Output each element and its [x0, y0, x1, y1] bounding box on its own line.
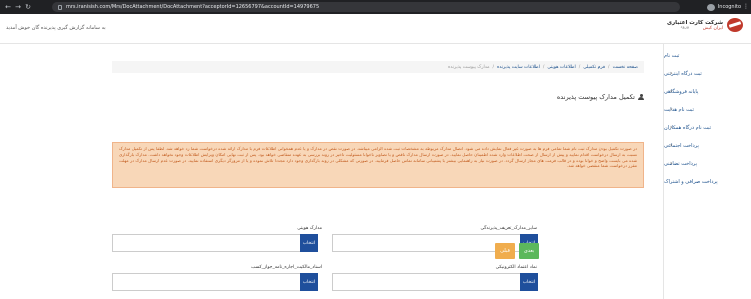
breadcrumb-item-home[interactable]: صفحه نخست [613, 65, 638, 70]
sidebar-item-exchange-payment[interactable]: پرداخت صرافی و اشتراک [664, 175, 751, 188]
sidebar: ثبت نام ‹ ثبت درگاه اینترنتی ‹ پایانه فر… [663, 44, 751, 299]
enamad-browse-button[interactable]: انتخاب [520, 273, 538, 291]
breadcrumb-current: مدارک پیوست پذیرنده [447, 64, 490, 70]
user-icon [638, 93, 644, 101]
logo-icon [727, 18, 743, 32]
enamad-label: نماد اعتماد الکترونیکی [495, 265, 537, 270]
url-text: mrs.iranisish.com/Mrs/DocAttachment/DocA… [66, 4, 320, 10]
breadcrumb-separator: / [492, 64, 495, 70]
chevron-left-icon: ‹ [670, 142, 673, 149]
chevron-left-icon: ‹ [670, 160, 673, 167]
ownership-docs-input[interactable] [112, 273, 300, 291]
other-docs-input[interactable] [332, 234, 520, 252]
ownership-docs-browse-button[interactable]: انتخاب [300, 273, 318, 291]
sidebar-item-internet-gateway[interactable]: ‹ ثبت درگاه اینترنتی [664, 67, 751, 80]
sidebar-item-register[interactable]: ثبت نام [664, 49, 751, 62]
incognito-indicator[interactable]: Incognito [706, 2, 741, 12]
breadcrumb-item-form[interactable]: فرم تکمیلی [583, 65, 605, 70]
chevron-left-icon: ‹ [670, 70, 673, 77]
lock-icon [58, 4, 62, 10]
sidebar-item-social-payment[interactable]: ‹ پرداخت اجتماعی [664, 139, 751, 152]
sidebar-item-label: پرداخت تضامنی [664, 160, 697, 167]
identity-docs-upload[interactable]: انتخاب [112, 234, 318, 252]
warning-alert: در صورت تکمیل بودن مدارک ثبت نام شما تما… [112, 142, 644, 188]
address-bar[interactable]: mrs.iranisish.com/Mrs/DocAttachment/DocA… [52, 2, 680, 12]
identity-docs-label: مدارک هویتی [297, 226, 322, 231]
page-title-text: تکمیل مدارک پیوست پذیرنده [556, 93, 635, 101]
identity-docs-browse-button[interactable]: انتخاب [300, 234, 318, 252]
chevron-left-icon: ‹ [670, 88, 673, 95]
previous-button[interactable]: قبلی [495, 243, 515, 259]
other-docs-label: سایر_مدارک_تعریف_پذیرندگی [480, 226, 537, 231]
incognito-label: Incognito [717, 4, 741, 10]
site-header: به سامانه گزارش گیری پذیرنده گان خوش آمد… [0, 14, 751, 44]
welcome-text: به سامانه گزارش گیری پذیرنده گان خوش آمد… [6, 25, 106, 31]
back-icon[interactable]: ← [3, 3, 13, 11]
breadcrumb-separator: / [578, 64, 581, 70]
browser-toolbar: ← → ↻ mrs.iranisish.com/Mrs/DocAttachmen… [0, 0, 751, 14]
company-subtitle: ایران کیش [702, 25, 723, 31]
incognito-icon [706, 3, 715, 11]
breadcrumb-item-site-info[interactable]: اطلاعات سایت پذیرنده [497, 65, 540, 70]
next-button[interactable]: بعدی [519, 243, 539, 259]
warning-text: در صورت تکمیل بودن مدارک ثبت نام شما تما… [119, 146, 637, 169]
enamad-upload[interactable]: انتخاب [332, 273, 538, 291]
identity-docs-input[interactable] [112, 234, 300, 252]
ownership-docs-upload[interactable]: انتخاب [112, 273, 318, 291]
breadcrumb: صفحه نخست / فرم تکمیلی / اطلاعات هویتی /… [112, 61, 644, 73]
sidebar-item-label: پرداخت صرافی و اشتراک [664, 178, 718, 185]
page-title: تکمیل مدارک پیوست پذیرنده [557, 93, 644, 101]
company-name: شرکت کارت اعتباری [666, 19, 723, 26]
breadcrumb-item-identity[interactable]: اطلاعات هویتی [547, 65, 575, 70]
main-content: صفحه نخست / فرم تکمیلی / اطلاعات هویتی /… [112, 44, 652, 299]
sidebar-item-label: ثبت نام [664, 52, 680, 59]
sidebar-item-partner-gateway[interactable]: ‹ ثبت نام درگاه همکاران [664, 121, 751, 134]
company-logo[interactable]: شرکت کارت اعتباری ایران کیش [667, 18, 743, 32]
chevron-left-icon: ‹ [670, 106, 673, 113]
ownership-docs-label: اسناد_مالکیت_اجاره_نامه_جواز_کسب [251, 265, 322, 270]
sidebar-item-guidance[interactable]: ‹ ثبت نام هدایت [664, 103, 751, 116]
chevron-left-icon: ‹ [670, 124, 673, 131]
forward-icon[interactable]: → [13, 3, 23, 11]
sidebar-item-store-terminal[interactable]: ‹ پایانه فروشگاهی [664, 85, 751, 98]
sidebar-item-label: ثبت نام هدایت [664, 106, 694, 113]
browser-menu-icon[interactable]: ⋮ [743, 3, 749, 10]
enamad-input[interactable] [332, 273, 520, 291]
reload-icon[interactable]: ↻ [23, 3, 33, 11]
sidebar-item-joint-payment[interactable]: ‹ پرداخت تضامنی [664, 157, 751, 170]
breadcrumb-separator: / [608, 64, 610, 70]
breadcrumb-separator: / [542, 64, 545, 70]
